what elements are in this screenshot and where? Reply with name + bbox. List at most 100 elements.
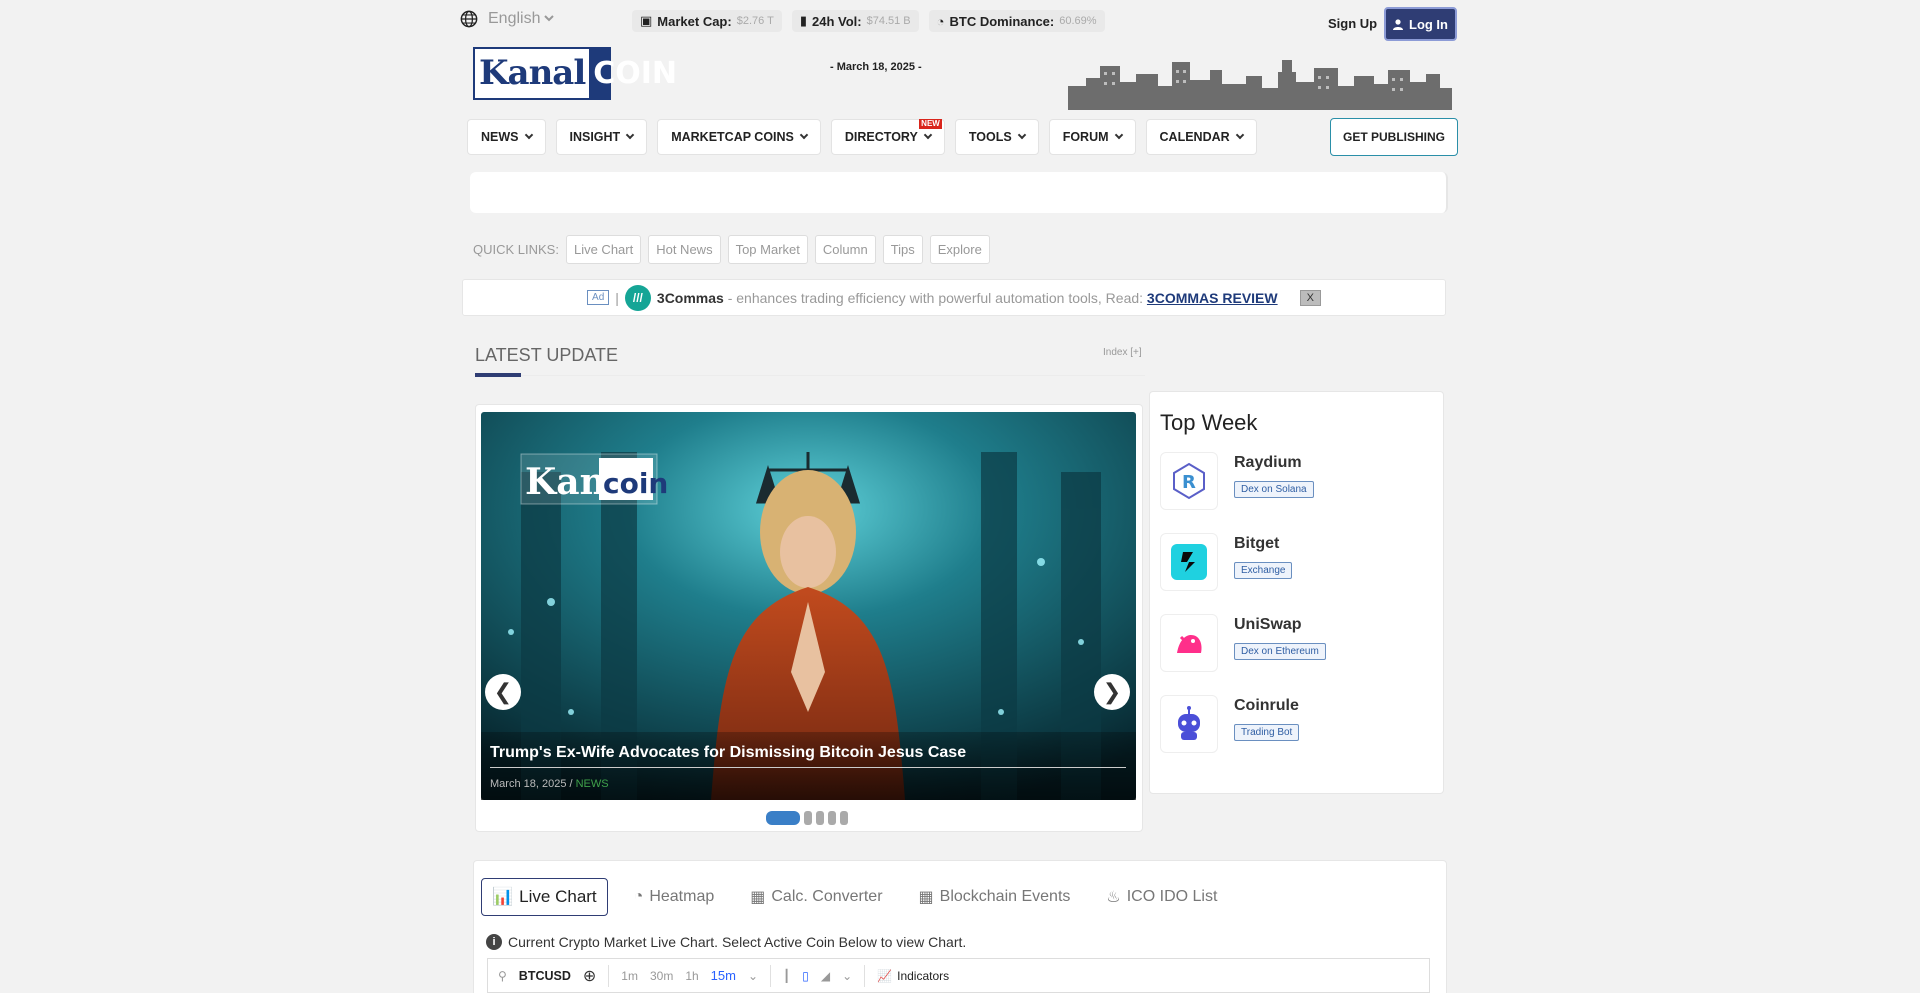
quick-link-column[interactable]: Column — [814, 235, 876, 264]
latest-update-title: LATEST UPDATE — [475, 345, 619, 365]
tab-blockchain-events[interactable]: ▦ Blockchain Events — [909, 879, 1081, 915]
search-bar[interactable] — [470, 172, 1448, 213]
chevron-right-icon: ❯ — [1102, 679, 1122, 704]
nav-news[interactable]: NEWS — [467, 119, 546, 155]
raydium-icon: R — [1160, 452, 1218, 510]
calendar-icon: ▦ — [918, 889, 934, 906]
slider-dot[interactable] — [828, 811, 836, 825]
slider-dot[interactable] — [766, 811, 800, 825]
indicators-label: Indicators — [897, 968, 950, 983]
language-select[interactable]: English — [484, 9, 557, 28]
uniswap-icon — [1160, 614, 1218, 672]
city-skyline-image — [1068, 60, 1452, 110]
section-accent-bar — [475, 373, 521, 377]
get-publishing-button[interactable]: GET PUBLISHING — [1330, 118, 1458, 156]
chevron-left-icon: ❮ — [493, 679, 513, 704]
market-stats: ▣ Market Cap: $2.76 T ▮ 24h Vol: $74.51 … — [632, 10, 1105, 32]
nav-forum[interactable]: FORUM — [1048, 119, 1136, 155]
signup-link[interactable]: Sign Up — [1328, 16, 1377, 31]
stat-value: 60.69% — [1059, 15, 1097, 27]
chart-symbol[interactable]: BTCUSD — [519, 969, 571, 983]
nav-tools[interactable]: TOOLS — [954, 119, 1039, 155]
tab-label: ICO IDO List — [1126, 888, 1218, 905]
slide-category[interactable]: NEWS — [576, 778, 609, 790]
chevron-down-icon — [625, 130, 635, 140]
timeframe-30m[interactable]: 30m — [650, 969, 673, 983]
quick-link-hot-news[interactable]: Hot News — [648, 235, 721, 264]
svg-text:R: R — [1182, 472, 1196, 493]
slider-dot[interactable] — [816, 811, 824, 825]
user-icon — [1393, 18, 1403, 30]
nav-label: NEWS — [481, 130, 519, 144]
chart-tabs: 📊 Live Chart ◔ Heatmap ▦ Calc. Converter ▦ B… — [481, 878, 1227, 916]
wallet-icon: ▣ — [640, 13, 653, 28]
tab-ico-ido-list[interactable]: ♨ ICO IDO List — [1096, 879, 1227, 915]
quick-link-top-market[interactable]: Top Market — [727, 235, 808, 264]
market-cap-stat: ▣ Market Cap: $2.76 T — [632, 10, 782, 32]
slide-caption-divider — [490, 767, 1126, 768]
3commas-logo-icon: /// — [624, 284, 651, 311]
pie-chart-icon: ◔ — [633, 888, 644, 905]
top-week-tag: Trading Bot — [1234, 724, 1300, 741]
nav-marketcap-coins[interactable]: MARKETCAP COINS — [657, 119, 821, 155]
top-week-name: UniSwap — [1234, 616, 1302, 633]
candlestick-icon[interactable]: ▯ — [802, 969, 809, 983]
chevron-down-icon[interactable]: ⌄ — [842, 969, 852, 983]
quick-link-tips[interactable]: Tips — [882, 235, 923, 264]
logo-text-right: COIN — [593, 56, 678, 91]
area-chart-icon[interactable]: ◢ — [821, 969, 830, 983]
chevron-down-icon — [799, 130, 809, 140]
btc-dominance-stat: ◔ BTC Dominance: 60.69% — [928, 10, 1105, 32]
quick-link-live-chart[interactable]: Live Chart — [565, 235, 642, 264]
ad-brand: 3Commas — [656, 289, 724, 306]
toolbar-separator — [770, 964, 772, 987]
bar-chart-icon: ▮ — [799, 13, 807, 28]
stat-label: BTC Dominance: — [949, 13, 1055, 29]
svg-text:coin: coin — [603, 467, 668, 500]
slider-dot[interactable] — [840, 811, 848, 825]
top-week-item[interactable]: R Raydium Dex on Solana — [1160, 452, 1314, 510]
top-week-name: Coinrule — [1234, 697, 1299, 714]
top-week-item[interactable]: Coinrule Trading Bot — [1160, 695, 1300, 753]
index-link[interactable]: Index [+] — [1103, 347, 1142, 358]
chevron-down-icon[interactable]: ⌄ — [748, 969, 758, 983]
search-icon[interactable]: ⚲ — [498, 969, 507, 983]
login-button[interactable]: Log In — [1384, 7, 1457, 41]
slide-meta: March 18, 2025 / NEWS — [490, 778, 609, 790]
slider-prev-button[interactable]: ❮ — [485, 674, 521, 710]
ad-close-button[interactable]: X — [1299, 289, 1321, 306]
slider-next-button[interactable]: ❯ — [1094, 674, 1130, 710]
tab-calc-converter[interactable]: ▦ Calc. Converter — [740, 879, 892, 915]
indicators-button[interactable]: 📈 Indicators — [877, 969, 949, 983]
globe-icon — [460, 10, 478, 27]
top-week-tag: Dex on Ethereum — [1234, 643, 1326, 660]
top-week-item[interactable]: Bitget Exchange — [1160, 533, 1293, 591]
timeframe-1m[interactable]: 1m — [621, 969, 638, 983]
ad-separator: | — [615, 289, 619, 306]
quick-link-explore[interactable]: Explore — [929, 235, 990, 264]
timeframe-15m[interactable]: 15m — [711, 968, 736, 983]
tab-live-chart[interactable]: 📊 Live Chart — [481, 878, 608, 916]
quick-links-label: QUICK LINKS: — [473, 242, 559, 257]
bar-type-icon[interactable]: ┃ — [783, 969, 790, 983]
section-divider — [475, 375, 1145, 376]
coinrule-icon — [1160, 695, 1218, 753]
nav-calendar[interactable]: CALENDAR — [1145, 119, 1257, 155]
chart-info-text: Current Crypto Market Live Chart. Select… — [508, 934, 967, 950]
tab-label: Live Chart — [519, 887, 597, 906]
indicators-icon: 📈 — [877, 968, 893, 983]
stat-label: Market Cap: — [657, 13, 732, 29]
slide-title[interactable]: Trump's Ex-Wife Advocates for Dismissing… — [490, 744, 966, 762]
top-week-panel: Top Week R Raydium Dex on Solana Bitget Ex… — [1149, 391, 1444, 794]
site-logo[interactable]: Kanal COIN — [473, 47, 677, 100]
ad-review-link[interactable]: 3COMMAS REVIEW — [1147, 290, 1278, 306]
timeframe-1h[interactable]: 1h — [685, 969, 698, 983]
tab-heatmap[interactable]: ◔ Heatmap — [624, 880, 725, 914]
slider-dot[interactable] — [804, 811, 812, 825]
top-week-item[interactable]: UniSwap Dex on Ethereum — [1160, 614, 1326, 672]
nav-insight[interactable]: INSIGHT — [555, 119, 648, 155]
top-week-tag: Exchange — [1234, 562, 1293, 579]
nav-directory[interactable]: DIRECTORY NEW — [830, 119, 945, 155]
chart-info: i Current Crypto Market Live Chart. Sele… — [486, 934, 966, 950]
add-symbol-icon[interactable]: ⊕ — [583, 966, 596, 986]
